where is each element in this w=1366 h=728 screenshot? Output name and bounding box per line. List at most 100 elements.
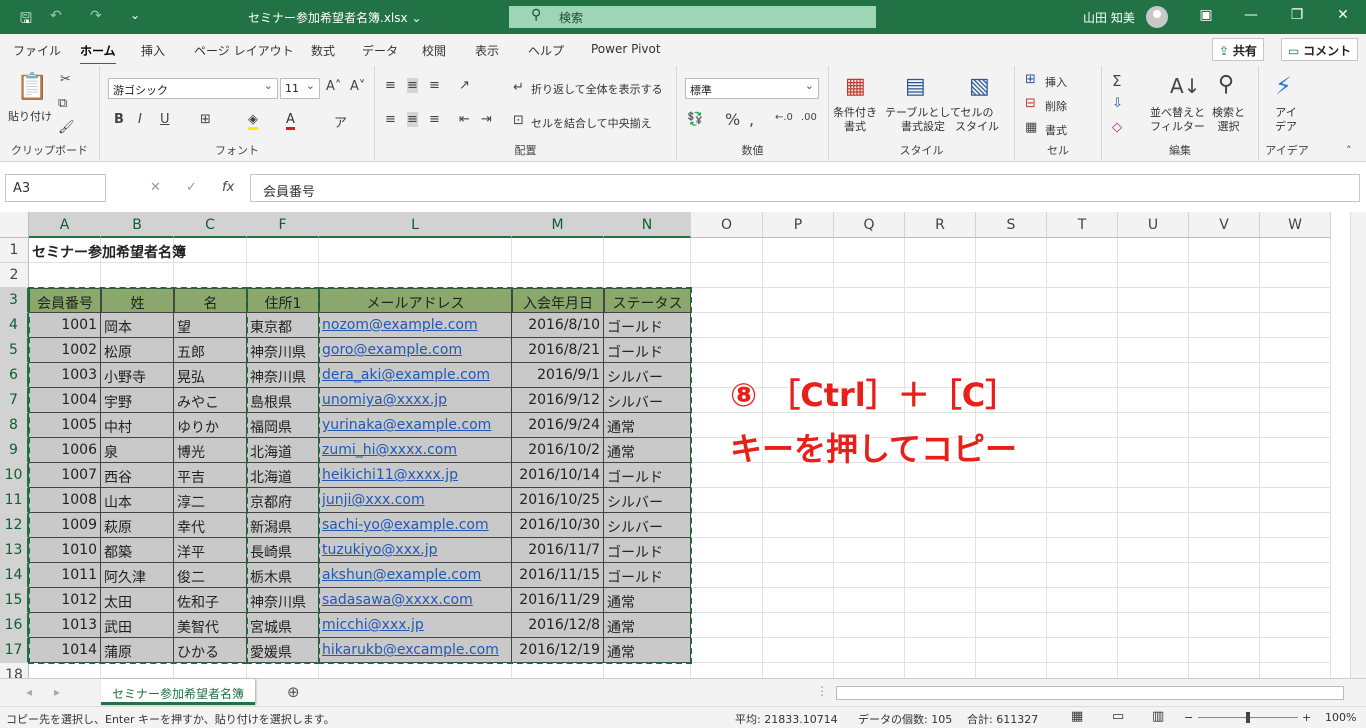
grid-cell[interactable]	[763, 638, 834, 663]
insert-cells-icon[interactable]: ⊞	[1025, 72, 1036, 87]
grid-cell[interactable]	[1189, 638, 1260, 663]
grid-cell[interactable]	[174, 663, 247, 678]
enter-icon[interactable]: ✓	[186, 180, 197, 195]
column-header-U[interactable]: U	[1118, 212, 1189, 238]
comment-button[interactable]: ▭ コメント	[1281, 38, 1359, 61]
table-cell[interactable]: 淳二	[174, 488, 247, 513]
grid-cell[interactable]	[174, 263, 247, 288]
grid-cell[interactable]	[512, 263, 604, 288]
table-cell[interactable]: ひかる	[174, 638, 247, 663]
tab-power-pivot[interactable]: Power Pivot	[591, 42, 661, 56]
grid-cell[interactable]	[1189, 563, 1260, 588]
table-cell[interactable]: 都築	[101, 538, 174, 563]
table-cell[interactable]: 宮城県	[247, 613, 319, 638]
grid-cell[interactable]	[1118, 563, 1189, 588]
grid-cell[interactable]	[1118, 413, 1189, 438]
table-cell[interactable]: シルバー	[604, 513, 691, 538]
table-cell[interactable]: 栃木県	[247, 563, 319, 588]
formula-input[interactable]: 会員番号	[250, 174, 1360, 202]
tab-data[interactable]: データ	[362, 42, 398, 59]
grid-cell[interactable]	[691, 313, 763, 338]
tab-insert[interactable]: 挿入	[141, 42, 165, 59]
grid-cell[interactable]	[905, 588, 976, 613]
email-link-cell[interactable]: akshun@example.com	[319, 563, 512, 588]
email-link-cell[interactable]: micchi@xxx.jp	[319, 613, 512, 638]
zoom-out-icon[interactable]: −	[1184, 711, 1193, 724]
grid-cell[interactable]	[1260, 338, 1331, 363]
table-cell[interactable]: 通常	[604, 613, 691, 638]
grid-cell[interactable]	[834, 513, 905, 538]
column-header-V[interactable]: V	[1189, 212, 1260, 238]
worksheet-grid[interactable]: A B C F L M N O P Q R S T U V W 1 2 3 4 5 6 7 8 9 10 11 12 13 14 15 16 1…	[0, 212, 1350, 678]
number-format-select[interactable]: 標準	[685, 78, 819, 99]
table-cell[interactable]: 新潟県	[247, 513, 319, 538]
grid-cell[interactable]	[29, 263, 101, 288]
select-all-corner[interactable]	[0, 212, 29, 238]
grid-cell[interactable]	[1189, 438, 1260, 463]
table-cell[interactable]: ゴールド	[604, 338, 691, 363]
grid-cell[interactable]	[1189, 663, 1260, 678]
paste-button[interactable]: 貼り付け	[8, 108, 52, 124]
email-link-cell[interactable]: hikarukb@excample.com	[319, 638, 512, 663]
grid-cell[interactable]	[1118, 488, 1189, 513]
tab-formulas[interactable]: 数式	[311, 42, 335, 59]
table-cell[interactable]: 萩原	[101, 513, 174, 538]
row-header[interactable]: 8	[0, 413, 29, 438]
grid-cell[interactable]	[1047, 338, 1118, 363]
grid-cell[interactable]	[691, 288, 763, 313]
font-size-select[interactable]: 11	[280, 78, 320, 99]
table-cell[interactable]: 通常	[604, 588, 691, 613]
grid-cell[interactable]	[763, 263, 834, 288]
grid-cell[interactable]	[247, 663, 319, 678]
table-cell[interactable]: ゆりか	[174, 413, 247, 438]
fill-color-icon[interactable]: ◈	[248, 112, 258, 130]
grid-cell[interactable]	[1189, 513, 1260, 538]
column-header-F[interactable]: F	[247, 212, 319, 238]
column-header-T[interactable]: T	[1047, 212, 1118, 238]
table-cell[interactable]: 2016/9/12	[512, 388, 604, 413]
row-header[interactable]: 17	[0, 638, 29, 663]
table-cell[interactable]: 神奈川県	[247, 338, 319, 363]
merge-center-button[interactable]: セルを結合して中央揃え	[531, 115, 652, 131]
grid-cell[interactable]	[976, 488, 1047, 513]
grid-cell[interactable]	[691, 238, 763, 263]
grid-cell[interactable]	[1189, 388, 1260, 413]
table-cell[interactable]: 東京都	[247, 313, 319, 338]
zoom-slider-thumb[interactable]	[1246, 712, 1250, 723]
restore-icon[interactable]: ❐	[1287, 7, 1307, 23]
grid-cell[interactable]	[1260, 313, 1331, 338]
grid-cell[interactable]	[834, 613, 905, 638]
row-header[interactable]: 18	[0, 663, 29, 678]
undo-icon[interactable]: ↶	[50, 8, 62, 24]
table-cell[interactable]: 1008	[29, 488, 101, 513]
table-cell[interactable]: 蒲原	[101, 638, 174, 663]
grid-cell[interactable]	[763, 663, 834, 678]
comma-style-icon[interactable]: ,	[749, 110, 754, 129]
align-right-icon[interactable]: ≡	[429, 112, 440, 127]
grid-cell[interactable]	[1118, 238, 1189, 263]
table-cell[interactable]: ゴールド	[604, 463, 691, 488]
grid-cell[interactable]	[1047, 388, 1118, 413]
grid-cell[interactable]	[763, 488, 834, 513]
grid-cell[interactable]	[834, 238, 905, 263]
grid-cell[interactable]	[1047, 463, 1118, 488]
table-cell[interactable]: 通常	[604, 413, 691, 438]
tab-help[interactable]: ヘルプ	[528, 42, 564, 59]
grid-cell[interactable]	[1260, 488, 1331, 513]
email-link-cell[interactable]: zumi_hi@xxxx.com	[319, 438, 512, 463]
grid-cell[interactable]	[976, 663, 1047, 678]
tab-split-handle[interactable]: ⋮	[816, 684, 828, 698]
grid-cell[interactable]	[1260, 613, 1331, 638]
grid-cell[interactable]	[834, 288, 905, 313]
grid-cell[interactable]	[1189, 363, 1260, 388]
table-cell[interactable]: 2016/11/15	[512, 563, 604, 588]
table-cell[interactable]: 五郎	[174, 338, 247, 363]
table-header-cell[interactable]: 姓	[101, 288, 174, 313]
grid-cell[interactable]	[1189, 313, 1260, 338]
document-title[interactable]: セミナー参加希望者名簿.xlsx ⌄	[248, 9, 422, 26]
table-cell[interactable]: シルバー	[604, 363, 691, 388]
table-cell[interactable]: 2016/12/8	[512, 613, 604, 638]
email-link-cell[interactable]: junji@xxx.com	[319, 488, 512, 513]
table-cell[interactable]: 京都府	[247, 488, 319, 513]
grid-cell[interactable]	[1260, 388, 1331, 413]
